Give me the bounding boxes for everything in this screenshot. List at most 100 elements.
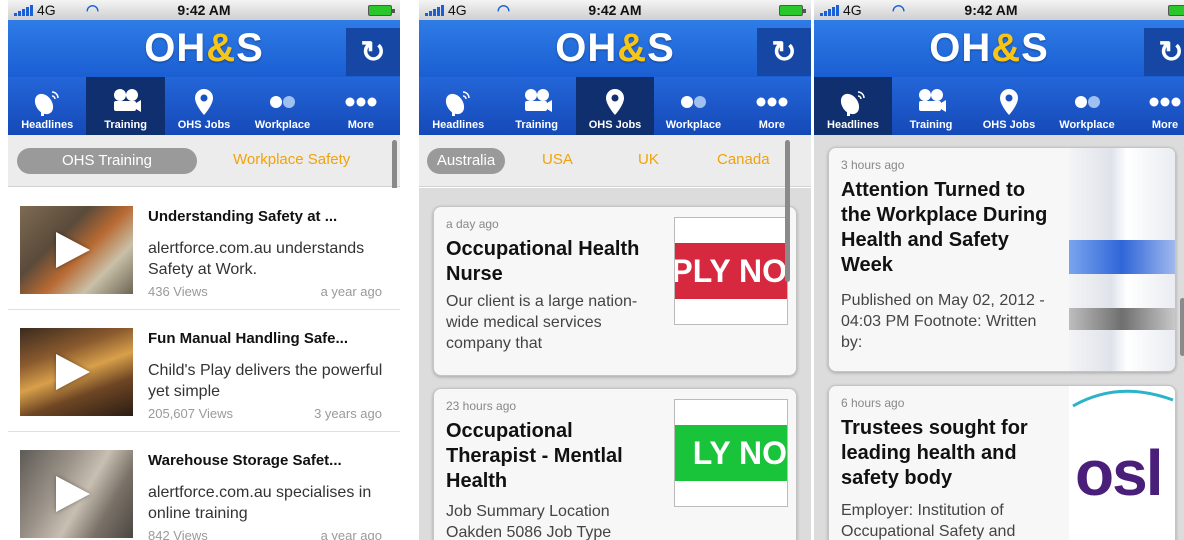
tab-workplace[interactable]: Workplace — [654, 77, 732, 135]
status-bar: 4G ◠ 9:42 AM — [419, 0, 811, 20]
refresh-icon: ↻ — [360, 35, 386, 69]
tab-headlines[interactable]: Headlines — [8, 77, 86, 135]
video-views: 205,607 Views — [148, 406, 234, 421]
job-image: PPLY NO — [674, 217, 788, 325]
news-time: 3 hours ago — [841, 158, 905, 172]
status-bar: 4G ◠ 9:42 AM — [8, 0, 400, 20]
segment-australia[interactable]: Australia — [427, 148, 505, 174]
tab-bar: Headlines Training OHS Jobs Workplace Mo… — [419, 77, 811, 135]
title-bar: OH&S ↻ — [814, 20, 1184, 77]
job-title: Occupational Health Nurse — [446, 238, 640, 285]
refresh-button[interactable]: ↻ — [346, 28, 400, 76]
more-dots-icon — [1148, 87, 1182, 117]
segment-bar: Australia USA UK Canada — [419, 135, 811, 187]
news-card[interactable]: 3 hours ago Attention Turned to the Work… — [828, 147, 1176, 372]
video-thumbnail — [20, 450, 133, 538]
segment-ohs-training[interactable]: OHS Training — [17, 148, 197, 174]
tab-bar: Headlines Training OHS Jobs Workplace Mo… — [8, 77, 400, 135]
satellite-icon — [32, 87, 62, 117]
list-item[interactable]: Fun Manual Handling Safe... Child's Play… — [8, 310, 400, 432]
video-views: 842 Views — [148, 528, 208, 540]
video-title: Fun Manual Handling Safe... — [148, 330, 349, 347]
battery-icon — [1168, 5, 1184, 16]
news-title: Trustees sought for leading health and s… — [841, 417, 1028, 489]
tab-ohs-jobs[interactable]: OHS Jobs — [575, 77, 655, 135]
status-time: 9:42 AM — [588, 2, 642, 18]
refresh-button[interactable]: ↻ — [1144, 28, 1184, 76]
tab-more[interactable]: More — [322, 77, 400, 135]
refresh-icon: ↻ — [771, 35, 797, 69]
job-image: LY NO — [674, 399, 788, 507]
job-list: a day ago Occupational Health Nurse Our … — [419, 188, 811, 540]
satellite-icon — [838, 87, 868, 117]
segment-workplace-safety[interactable]: Workplace Safety — [233, 151, 350, 168]
more-dots-icon — [344, 87, 378, 117]
list-item[interactable]: Warehouse Storage Safet... alertforce.co… — [8, 432, 400, 540]
video-thumbnail — [20, 206, 133, 294]
play-icon — [56, 476, 90, 512]
job-time: 23 hours ago — [446, 399, 517, 413]
video-list: Understanding Safety at ... alertforce.c… — [8, 188, 400, 540]
video-thumbnail — [20, 328, 133, 416]
video-camera-icon — [915, 87, 947, 117]
tab-more[interactable]: More — [733, 77, 811, 135]
tab-more[interactable]: More — [1126, 77, 1184, 135]
screen-training: 4G ◠ 9:42 AM OH&S ↻ Headlines Training O… — [8, 0, 400, 540]
tab-workplace[interactable]: Workplace — [243, 77, 321, 135]
segment-uk[interactable]: UK — [638, 151, 659, 168]
tab-headlines[interactable]: Headlines — [419, 77, 497, 135]
title-bar: OH&S ↻ — [8, 20, 400, 77]
segment-canada[interactable]: Canada — [717, 151, 770, 168]
segment-usa[interactable]: USA — [542, 151, 573, 168]
location-pin-icon — [604, 87, 626, 117]
tab-bar: Headlines Training OHS Jobs Workplace Mo… — [814, 77, 1184, 135]
job-card[interactable]: 23 hours ago Occupational Therapist - Me… — [433, 388, 797, 540]
tab-ohs-jobs[interactable]: OHS Jobs — [970, 77, 1048, 135]
video-description: alertforce.com.au understands Safety at … — [148, 240, 365, 278]
list-item[interactable]: Understanding Safety at ... alertforce.c… — [8, 188, 400, 310]
location-pin-icon — [998, 87, 1020, 117]
tab-training[interactable]: Training — [892, 77, 970, 135]
screen-headlines: 4G ◠ 9:42 AM OH&S ↻ Headlines Training O… — [814, 0, 1184, 540]
app-logo: OH&S — [144, 26, 264, 70]
news-time: 6 hours ago — [841, 396, 905, 410]
job-card[interactable]: a day ago Occupational Health Nurse Our … — [433, 206, 797, 376]
news-image: osl — [1069, 386, 1175, 540]
news-description: Employer: Institution of Occupational Sa… — [841, 502, 1016, 540]
status-time: 9:42 AM — [177, 2, 231, 18]
app-logo: OH&S — [929, 26, 1049, 70]
job-description: Job Summary Location Oakden 5086 Job Typ… — [446, 503, 612, 540]
video-age: 3 years ago — [314, 406, 382, 421]
video-description: Child's Play delivers the powerful yet s… — [148, 362, 383, 400]
video-camera-icon — [110, 87, 142, 117]
video-camera-icon — [521, 87, 553, 117]
video-title: Understanding Safety at ... — [148, 208, 338, 225]
news-card[interactable]: 6 hours ago Trustees sought for leading … — [828, 385, 1176, 540]
battery-icon — [368, 5, 395, 16]
job-time: a day ago — [446, 217, 499, 231]
tab-training[interactable]: Training — [497, 77, 575, 135]
news-description: Published on May 02, 2012 - 04:03 PM Foo… — [841, 292, 1045, 351]
tab-headlines[interactable]: Headlines — [814, 77, 892, 135]
news-image — [1069, 148, 1175, 371]
dots-pair-icon — [1073, 87, 1101, 117]
play-icon — [56, 232, 90, 268]
tab-workplace[interactable]: Workplace — [1048, 77, 1126, 135]
satellite-icon — [443, 87, 473, 117]
segment-bar: OHS Training Workplace Safety — [8, 135, 400, 187]
job-description: Our client is a large nation-wide medica… — [446, 293, 638, 352]
tab-training[interactable]: Training — [86, 77, 165, 135]
status-bar: 4G ◠ 9:42 AM — [814, 0, 1184, 20]
play-icon — [56, 354, 90, 390]
tab-ohs-jobs[interactable]: OHS Jobs — [165, 77, 243, 135]
scrollbar[interactable] — [785, 140, 790, 282]
video-title: Warehouse Storage Safet... — [148, 452, 342, 469]
screen-ohs-jobs: 4G ◠ 9:42 AM OH&S ↻ Headlines Training O… — [419, 0, 811, 540]
more-dots-icon — [755, 87, 789, 117]
scrollbar[interactable] — [1180, 298, 1184, 356]
job-title: Occupational Therapist - Mentlal Health — [446, 420, 623, 492]
video-description: alertforce.com.au specialises in online … — [148, 484, 372, 522]
battery-icon — [779, 5, 806, 16]
app-logo: OH&S — [555, 26, 675, 70]
refresh-button[interactable]: ↻ — [757, 28, 811, 76]
